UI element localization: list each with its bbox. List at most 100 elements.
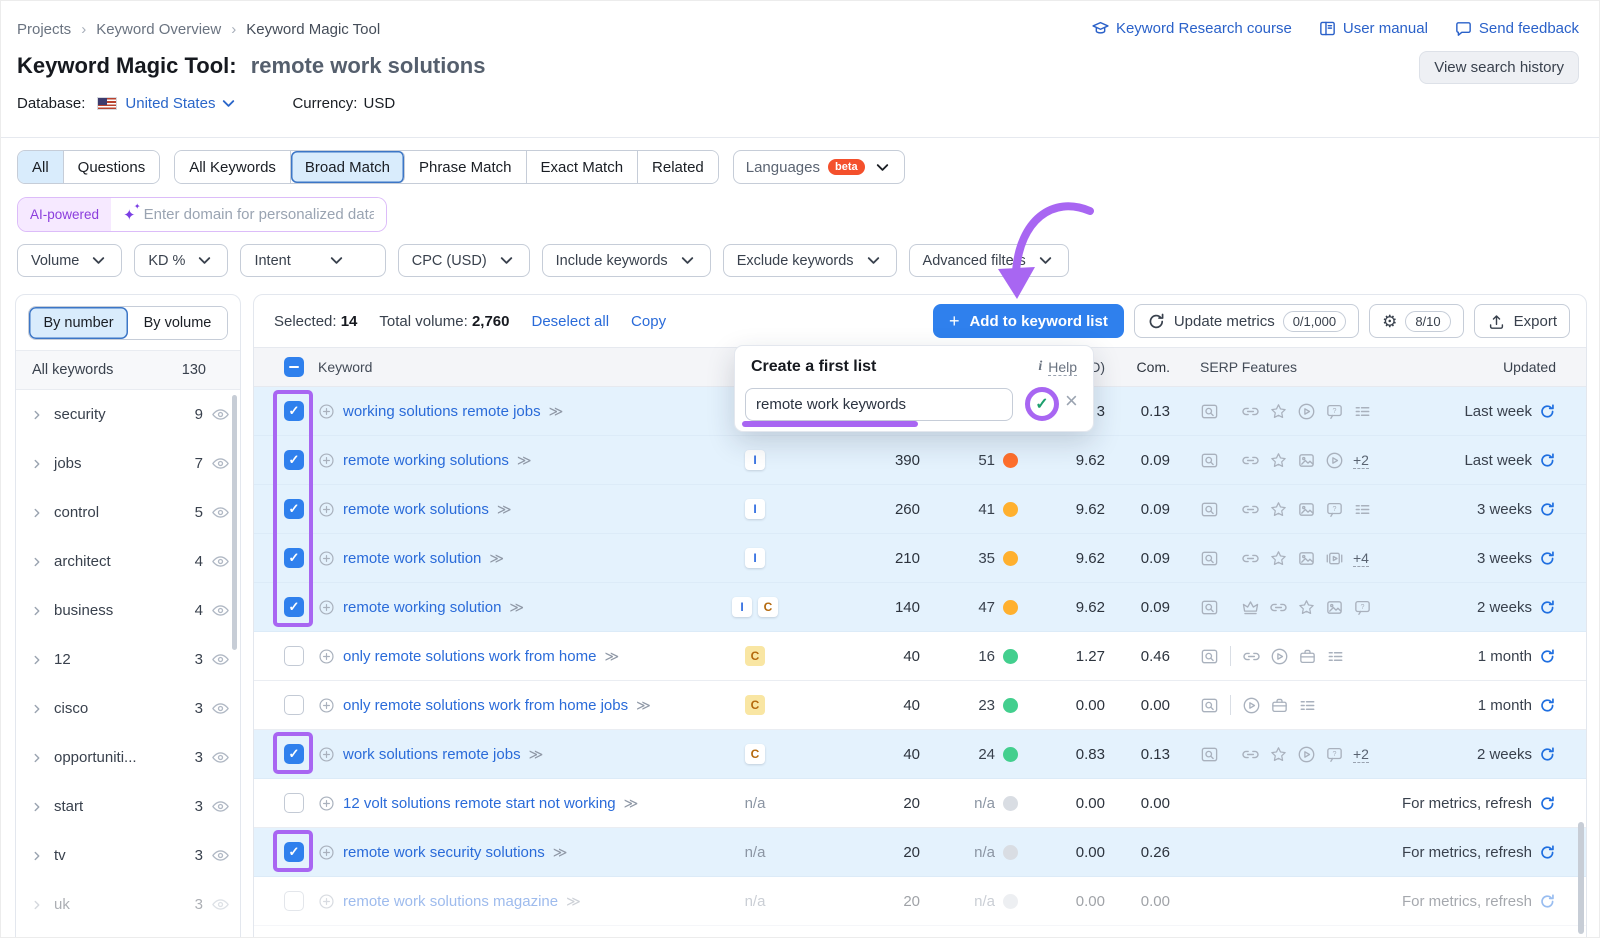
eye-icon[interactable] <box>211 454 230 473</box>
expand-keyword-icon[interactable]: ≫ <box>553 844 566 861</box>
refresh-metrics-icon[interactable] <box>1539 697 1556 714</box>
keyword-link[interactable]: remote working solution <box>343 599 501 616</box>
sidebar-group-12[interactable]: 123 <box>16 635 240 684</box>
refresh-metrics-icon[interactable] <box>1539 501 1556 518</box>
keyword-link[interactable]: 12 volt solutions remote start not worki… <box>343 795 616 812</box>
refresh-metrics-icon[interactable] <box>1539 403 1556 420</box>
expand-keyword-icon[interactable]: ≫ <box>509 599 522 616</box>
sidebar-group-opportuniti-[interactable]: opportuniti...3 <box>16 733 240 782</box>
sidebar-scrollbar[interactable] <box>232 395 237 650</box>
tab-related[interactable]: Related <box>638 151 718 183</box>
languages-dropdown[interactable]: Languages beta <box>733 150 905 184</box>
breadcrumb-keyword-overview[interactable]: Keyword Overview <box>96 21 221 38</box>
keyword-link[interactable]: only remote solutions work from home <box>343 648 596 665</box>
refresh-metrics-icon[interactable] <box>1539 893 1556 910</box>
confirm-list-button[interactable]: ✓ <box>1025 387 1059 421</box>
copy-link[interactable]: Copy <box>631 313 666 330</box>
expand-keyword-icon[interactable]: ≫ <box>624 795 637 812</box>
send-feedback-link[interactable]: Send feedback <box>1454 19 1579 38</box>
add-keyword-icon[interactable] <box>318 501 335 518</box>
refresh-metrics-icon[interactable] <box>1539 648 1556 665</box>
row-checkbox[interactable]: ✓ <box>284 548 304 568</box>
by-volume-toggle[interactable]: By volume <box>128 307 227 339</box>
chevron-right-icon[interactable] <box>30 604 46 618</box>
keyword-link[interactable]: remote work security solutions <box>343 844 545 861</box>
advanced-filters[interactable]: Advanced filters <box>909 244 1069 277</box>
expand-keyword-icon[interactable]: ≫ <box>566 893 579 910</box>
keyword-link[interactable]: remote work solutions <box>343 501 489 518</box>
refresh-metrics-icon[interactable] <box>1539 550 1556 567</box>
keyword-link[interactable]: working solutions remote jobs <box>343 403 541 420</box>
chevron-right-icon[interactable] <box>30 898 46 912</box>
all-keywords-row[interactable]: All keywords 130 <box>16 350 240 390</box>
row-checkbox[interactable]: ✓ <box>284 401 304 421</box>
keyword-link[interactable]: remote working solutions <box>343 452 509 469</box>
row-checkbox[interactable]: ✓ <box>284 744 304 764</box>
serp-preview-icon[interactable] <box>1200 647 1219 666</box>
serp-preview-icon[interactable] <box>1200 696 1219 715</box>
chevron-right-icon[interactable] <box>30 800 46 814</box>
sidebar-group-business[interactable]: business4 <box>16 586 240 635</box>
refresh-metrics-icon[interactable] <box>1539 795 1556 812</box>
eye-icon[interactable] <box>211 895 230 914</box>
row-checkbox[interactable]: ✓ <box>284 499 304 519</box>
refresh-metrics-icon[interactable] <box>1539 746 1556 763</box>
chevron-right-icon[interactable] <box>30 653 46 667</box>
cancel-list-button[interactable]: × <box>1065 390 1078 412</box>
list-name-input[interactable] <box>745 388 1013 421</box>
expand-keyword-icon[interactable]: ≫ <box>529 746 542 763</box>
serp-preview-icon[interactable] <box>1200 745 1219 764</box>
tab-all-keywords[interactable]: All Keywords <box>175 151 291 183</box>
eye-icon[interactable] <box>211 699 230 718</box>
expand-keyword-icon[interactable]: ≫ <box>497 501 510 518</box>
row-checkbox[interactable] <box>284 891 304 911</box>
add-keyword-icon[interactable] <box>318 697 335 714</box>
eye-icon[interactable] <box>211 503 230 522</box>
include-keywords-filter[interactable]: Include keywords <box>542 244 711 277</box>
expand-keyword-icon[interactable]: ≫ <box>636 697 649 714</box>
domain-input[interactable] <box>144 206 374 223</box>
settings-button[interactable]: ⚙ 8/10 <box>1369 304 1464 338</box>
sidebar-group-uk[interactable]: uk3 <box>16 880 240 929</box>
database-select[interactable]: United States <box>125 94 238 113</box>
tab-all[interactable]: All <box>18 151 64 183</box>
expand-keyword-icon[interactable]: ≫ <box>549 403 562 420</box>
keyword-research-course-link[interactable]: Keyword Research course <box>1091 19 1292 38</box>
help-link[interactable]: Help <box>1048 359 1077 376</box>
by-number-toggle[interactable]: By number <box>29 307 128 339</box>
updated-column-header[interactable]: Updated <box>1360 359 1586 375</box>
eye-icon[interactable] <box>211 601 230 620</box>
select-all-checkbox[interactable] <box>284 357 304 377</box>
eye-icon[interactable] <box>211 552 230 571</box>
row-checkbox[interactable] <box>284 793 304 813</box>
keyword-link[interactable]: only remote solutions work from home job… <box>343 697 628 714</box>
view-search-history-button[interactable]: View search history <box>1419 51 1579 84</box>
tab-broad-match[interactable]: Broad Match <box>291 151 405 183</box>
update-metrics-button[interactable]: Update metrics 0/1,000 <box>1134 304 1359 338</box>
serp-preview-icon[interactable] <box>1200 402 1219 421</box>
row-checkbox[interactable]: ✓ <box>284 450 304 470</box>
export-button[interactable]: Export <box>1474 304 1570 338</box>
keyword-link[interactable]: remote work solutions magazine <box>343 893 558 910</box>
add-keyword-icon[interactable] <box>318 844 335 861</box>
add-keyword-icon[interactable] <box>318 795 335 812</box>
add-keyword-icon[interactable] <box>318 893 335 910</box>
sidebar-group-control[interactable]: control5 <box>16 488 240 537</box>
chevron-right-icon[interactable] <box>30 702 46 716</box>
eye-icon[interactable] <box>211 405 230 424</box>
chevron-right-icon[interactable] <box>30 555 46 569</box>
sidebar-group-start[interactable]: start3 <box>16 782 240 831</box>
chevron-right-icon[interactable] <box>30 408 46 422</box>
serp-preview-icon[interactable] <box>1200 451 1219 470</box>
chevron-right-icon[interactable] <box>30 751 46 765</box>
com-column-header[interactable]: Com. <box>1105 359 1170 375</box>
tab-exact-match[interactable]: Exact Match <box>527 151 639 183</box>
eye-icon[interactable] <box>211 846 230 865</box>
sidebar-group-tv[interactable]: tv3 <box>16 831 240 880</box>
serp-preview-icon[interactable] <box>1200 500 1219 519</box>
user-manual-link[interactable]: User manual <box>1318 19 1428 38</box>
row-checkbox[interactable]: ✓ <box>284 842 304 862</box>
eye-icon[interactable] <box>211 748 230 767</box>
table-scrollbar[interactable] <box>1578 822 1584 934</box>
breadcrumb-projects[interactable]: Projects <box>17 21 71 38</box>
